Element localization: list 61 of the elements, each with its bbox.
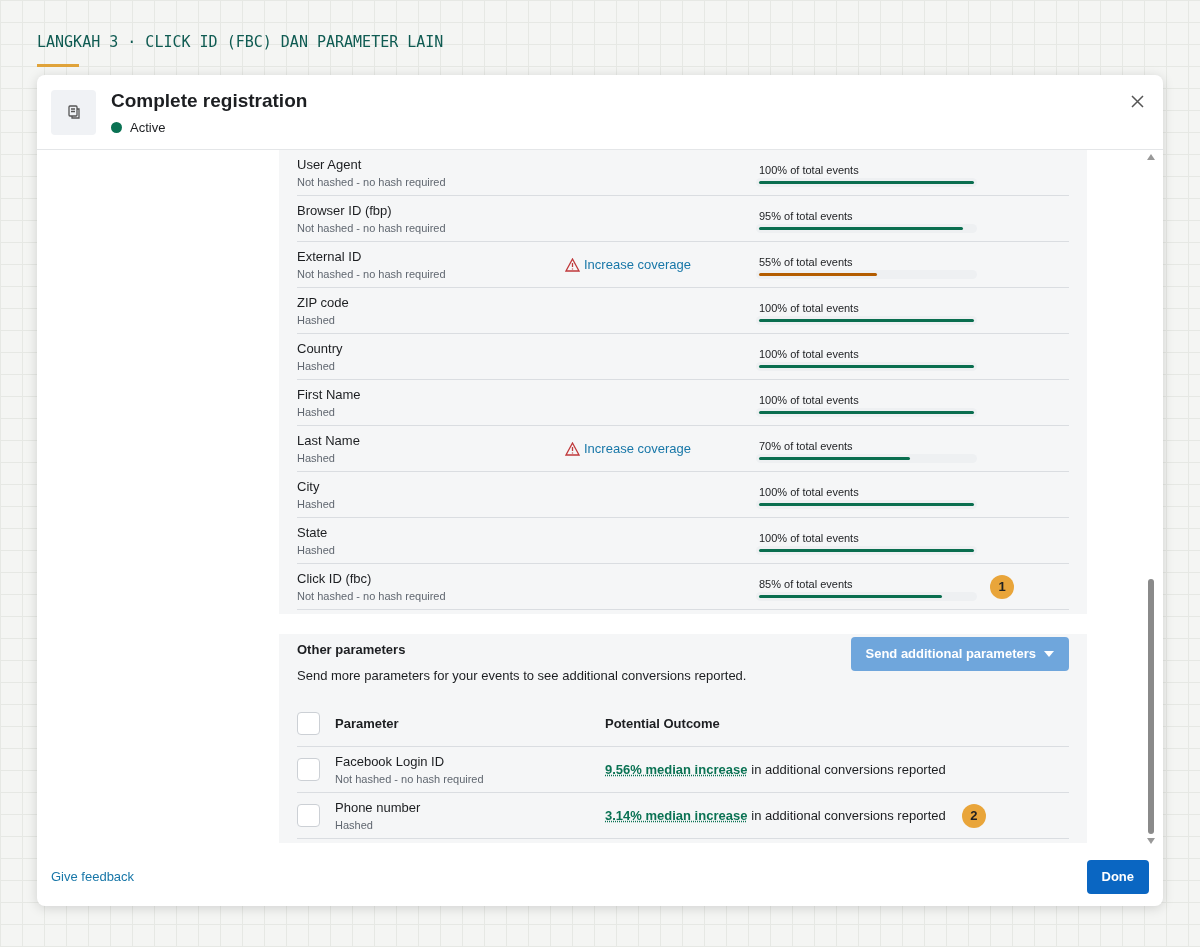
coverage-label: 85% of total events — [759, 576, 854, 592]
scroll-up-arrow-icon[interactable] — [1147, 154, 1155, 160]
scroll-down-arrow-icon[interactable] — [1147, 838, 1155, 844]
parameter-name: First Name — [297, 385, 362, 404]
hashing-status: Not hashed - no hash required — [297, 175, 447, 190]
hashing-status: Hashed — [335, 818, 374, 833]
parameter-name: Last Name — [297, 431, 361, 450]
checkbox[interactable] — [297, 804, 320, 827]
parameter-name: Click ID (fbc) — [297, 569, 373, 588]
hashing-status: Hashed — [297, 405, 336, 420]
column-header: Potential Outcome — [605, 714, 720, 733]
hashing-status: Hashed — [297, 451, 336, 466]
parameter-name: State — [297, 523, 329, 542]
coverage-label: 100% of total events — [759, 530, 860, 546]
hashing-status: Hashed — [297, 543, 336, 558]
hashing-status: Not hashed - no hash required — [297, 589, 447, 604]
status-label: Active — [130, 118, 166, 137]
parameter-name: ZIP code — [297, 293, 350, 312]
parameter-name: Country — [297, 339, 344, 358]
parameter-name: Facebook Login ID — [335, 752, 446, 771]
done-button[interactable]: Done — [1086, 860, 1149, 894]
hashing-status: Hashed — [297, 313, 336, 328]
increase-coverage-link[interactable]: Increase coverage — [565, 438, 759, 459]
median-increase-link[interactable]: 9.56% median increase — [605, 759, 748, 780]
outcome-text: in additional conversions reported — [751, 760, 946, 779]
coverage-label: 100% of total events — [759, 346, 860, 362]
coverage-label: 100% of total events — [759, 300, 860, 316]
parameter-name: Phone number — [335, 798, 422, 817]
dialog-title: Complete registration — [111, 89, 308, 113]
checkbox[interactable] — [297, 758, 320, 781]
hashing-status: Not hashed - no hash required — [297, 221, 447, 236]
callout-badge: 1 — [990, 574, 1014, 599]
give-feedback-link[interactable]: Give feedback — [51, 867, 135, 887]
warning-icon — [565, 441, 580, 456]
caret-icon — [1044, 651, 1054, 657]
parameter-name: Browser ID (fbp) — [297, 201, 393, 220]
document-icon — [65, 104, 82, 120]
coverage-label: 100% of total events — [759, 484, 860, 500]
warning-icon — [565, 257, 580, 272]
parameter-name: City — [297, 477, 321, 496]
increase-coverage-link[interactable]: Increase coverage — [565, 254, 759, 275]
hashing-status: Hashed — [297, 359, 336, 374]
hashing-status: Not hashed - no hash required — [297, 267, 447, 282]
coverage-label: 100% of total events — [759, 162, 860, 178]
coverage-label: 95% of total events — [759, 208, 854, 224]
callout-badge: 2 — [961, 803, 986, 828]
parameter-name: External ID — [297, 247, 363, 266]
close-icon — [1130, 94, 1144, 108]
step-heading: LANGKAH 3 · CLICK ID (FBC) DAN PARAMETER LAIN — [37, 32, 444, 53]
coverage-label: 55% of total events — [759, 254, 854, 270]
section-description: Send more parameters for your events to see additional conversions reported. — [297, 666, 747, 685]
section-title: Other parameters — [297, 641, 407, 659]
parameter-name: User Agent — [297, 155, 363, 174]
column-header: Parameter — [335, 714, 400, 733]
coverage-label: 70% of total events — [759, 438, 854, 454]
median-increase-link[interactable]: 3.14% median increase — [605, 805, 748, 826]
hashing-status: Not hashed - no hash required — [335, 772, 485, 787]
coverage-label: 100% of total events — [759, 392, 860, 408]
hashing-status: Hashed — [297, 497, 336, 512]
checkbox[interactable] — [297, 712, 320, 735]
outcome-text: in additional conversions reported — [751, 806, 946, 825]
